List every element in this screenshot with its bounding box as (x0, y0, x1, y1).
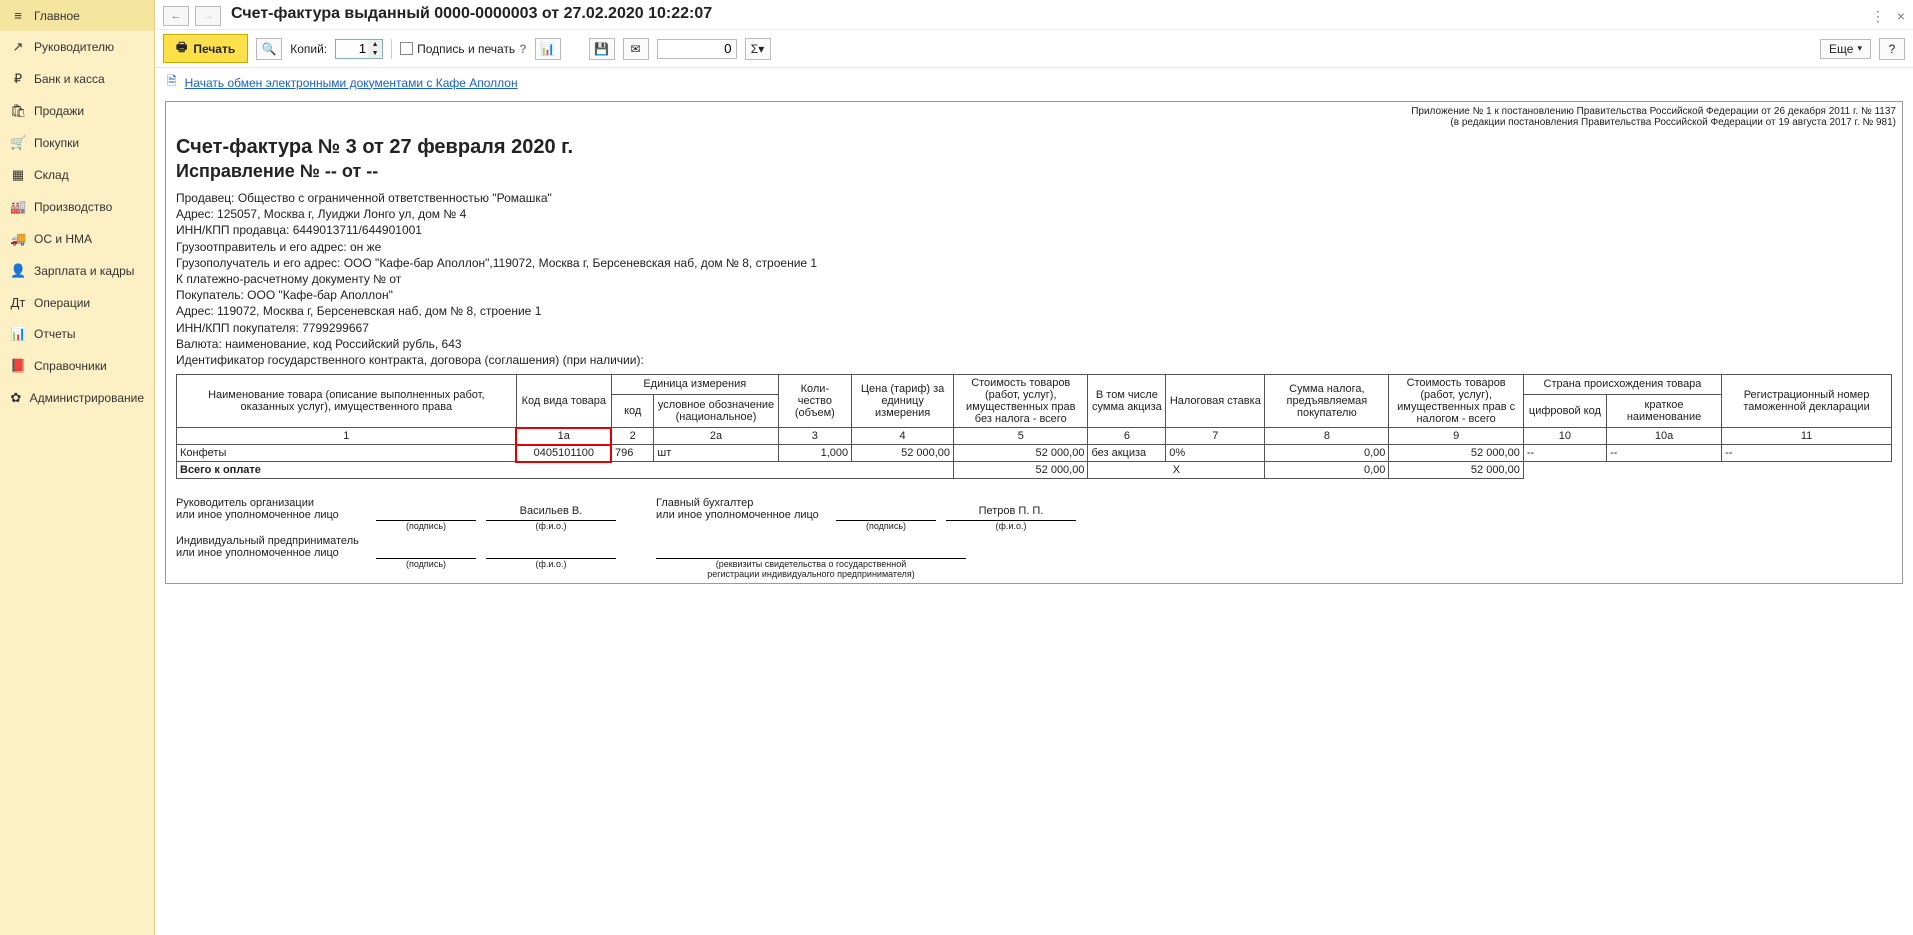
sidebar-item-label: Отчеты (34, 327, 75, 341)
document-exchange-icon: 🗎 (167, 72, 177, 93)
sidebar: ≡ Главное ↗ Руководителю ₽ Банк и касса 🛍 Прода… (0, 0, 155, 935)
nav-back-button[interactable]: ← (163, 6, 189, 26)
edo-link-row: 🗎 Начать обмен электронными документами … (155, 68, 1913, 97)
doc-info-line: Валюта: наименование, код Российский руб… (176, 336, 1892, 352)
sidebar-icon: 👤 (10, 263, 26, 279)
sign-stamp-checkbox[interactable]: Подпись и печать ? (400, 42, 526, 56)
window-title: Счет-фактура выданный 0000-0000003 от 27… (227, 3, 716, 29)
invoice-subtitle: Исправление № -- от -- (176, 161, 1892, 182)
sidebar-item-2[interactable]: ₽ Банк и касса (0, 63, 154, 95)
invoice-document: Приложение № 1 к постановлению Правитель… (165, 101, 1903, 584)
nav-forward-button[interactable]: → (195, 6, 221, 26)
doc-info-line: Адрес: 119072, Москва г, Берсеневская на… (176, 303, 1892, 319)
table-row: Конфеты 0405101100 796 шт 1,000 52 000,0… (177, 445, 1892, 462)
email-button[interactable]: ✉ (623, 38, 649, 60)
doc-info-line: Идентификатор государственного контракта… (176, 352, 1892, 368)
print-button[interactable]: 🖶 Печать (163, 34, 248, 63)
invoice-title: Счет-фактура № 3 от 27 февраля 2020 г. (176, 136, 1892, 159)
doc-info-line: ИНН/КПП продавца: 6449013711/644901001 (176, 222, 1892, 238)
doc-info-line: Покупатель: ООО "Кафе-бар Аполлон" (176, 287, 1892, 303)
toolbar: 🖶 Печать 🔍 Копий: ▲ ▼ Подпись и печать ?… (155, 30, 1913, 68)
preview-button[interactable]: 🔍 (256, 38, 282, 60)
sidebar-item-label: Справочники (34, 359, 107, 373)
window-options-icon[interactable]: ⋮ (1871, 8, 1885, 25)
doc-info-line: К платежно-расчетному документу № от (176, 271, 1892, 287)
spreadsheet-button[interactable]: 📊 (535, 38, 561, 60)
sidebar-item-6[interactable]: 🏭 Производство (0, 191, 154, 223)
sidebar-item-4[interactable]: 🛒 Покупки (0, 127, 154, 159)
sidebar-item-3[interactable]: 🛍 Продажи (0, 95, 154, 127)
sidebar-item-label: Банк и касса (34, 72, 105, 86)
invoice-table: Наименование товара (описание выполненны… (176, 374, 1892, 479)
sidebar-item-label: Зарплата и кадры (34, 264, 134, 278)
table-total-row: Всего к оплате 52 000,00 Х 0,00 52 000,0… (177, 462, 1892, 479)
sidebar-icon: ↗ (10, 39, 26, 55)
sidebar-icon: ≡ (10, 8, 26, 23)
sidebar-item-label: Склад (34, 168, 69, 182)
sidebar-icon: ₽ (10, 71, 26, 87)
document-area: Приложение № 1 к постановлению Правитель… (155, 97, 1913, 935)
number-input[interactable] (657, 39, 737, 59)
signatures: Руководитель организации или иное уполно… (176, 497, 1892, 559)
doc-info-line: ИНН/КПП покупателя: 7799299667 (176, 320, 1892, 336)
main-area: ← → Счет-фактура выданный 0000-0000003 о… (155, 0, 1913, 935)
doc-info-line: Грузоотправитель и его адрес: он же (176, 239, 1892, 255)
sidebar-item-10[interactable]: 📊 Отчеты (0, 318, 154, 350)
save-button[interactable]: 💾 (589, 38, 615, 60)
doc-info-line: Грузополучатель и его адрес: ООО "Кафе-б… (176, 255, 1892, 271)
copies-label: Копий: (290, 42, 327, 56)
sum-button[interactable]: Σ▾ (745, 38, 771, 60)
sidebar-icon: 📊 (10, 326, 26, 342)
sidebar-item-label: Покупки (34, 136, 79, 150)
sidebar-item-label: Главное (34, 9, 80, 23)
sidebar-icon: 🚚 (10, 231, 26, 247)
sidebar-item-label: Продажи (34, 104, 84, 118)
sidebar-icon: 🏭 (10, 199, 26, 215)
printer-icon: 🖶 (176, 38, 187, 59)
sidebar-item-1[interactable]: ↗ Руководителю (0, 31, 154, 63)
edo-link[interactable]: Начать обмен электронными документами с … (185, 76, 518, 90)
sidebar-icon: ▦ (10, 167, 26, 183)
sidebar-item-5[interactable]: ▦ Склад (0, 159, 154, 191)
sidebar-item-label: Операции (34, 296, 90, 310)
item-code-cell: 0405101100 (516, 445, 611, 462)
sidebar-icon: ✿ (10, 390, 22, 406)
copies-up-button[interactable]: ▲ (368, 40, 382, 49)
checkbox-icon (400, 42, 413, 55)
window-close-icon[interactable]: × (1897, 8, 1905, 25)
sidebar-icon: 📕 (10, 358, 26, 374)
doc-info-line: Адрес: 125057, Москва г, Луиджи Лонго ул… (176, 206, 1892, 222)
sidebar-item-8[interactable]: 👤 Зарплата и кадры (0, 255, 154, 287)
sidebar-icon: Дт (10, 295, 26, 310)
copies-down-button[interactable]: ▼ (368, 49, 382, 58)
sidebar-icon: 🛍 (10, 103, 26, 119)
sidebar-icon: 🛒 (10, 135, 26, 151)
more-button[interactable]: Еще▾ (1820, 39, 1871, 59)
sidebar-item-label: Руководителю (34, 40, 114, 54)
sidebar-item-11[interactable]: 📕 Справочники (0, 350, 154, 382)
sidebar-item-label: ОС и НМА (34, 232, 92, 246)
sidebar-item-label: Производство (34, 200, 112, 214)
doc-info-line: Продавец: Общество с ограниченной ответс… (176, 190, 1892, 206)
help-icon[interactable]: ? (519, 42, 526, 56)
sidebar-item-7[interactable]: 🚚 ОС и НМА (0, 223, 154, 255)
help-button[interactable]: ? (1879, 38, 1905, 60)
sidebar-item-label: Администрирование (30, 391, 144, 405)
sidebar-item-9[interactable]: Дт Операции (0, 287, 154, 318)
sidebar-item-0[interactable]: ≡ Главное (0, 0, 154, 31)
titlebar: ← → Счет-фактура выданный 0000-0000003 о… (155, 0, 1913, 30)
appendix-note: Приложение № 1 к постановлению Правитель… (166, 102, 1902, 132)
sidebar-item-12[interactable]: ✿ Администрирование (0, 382, 154, 414)
